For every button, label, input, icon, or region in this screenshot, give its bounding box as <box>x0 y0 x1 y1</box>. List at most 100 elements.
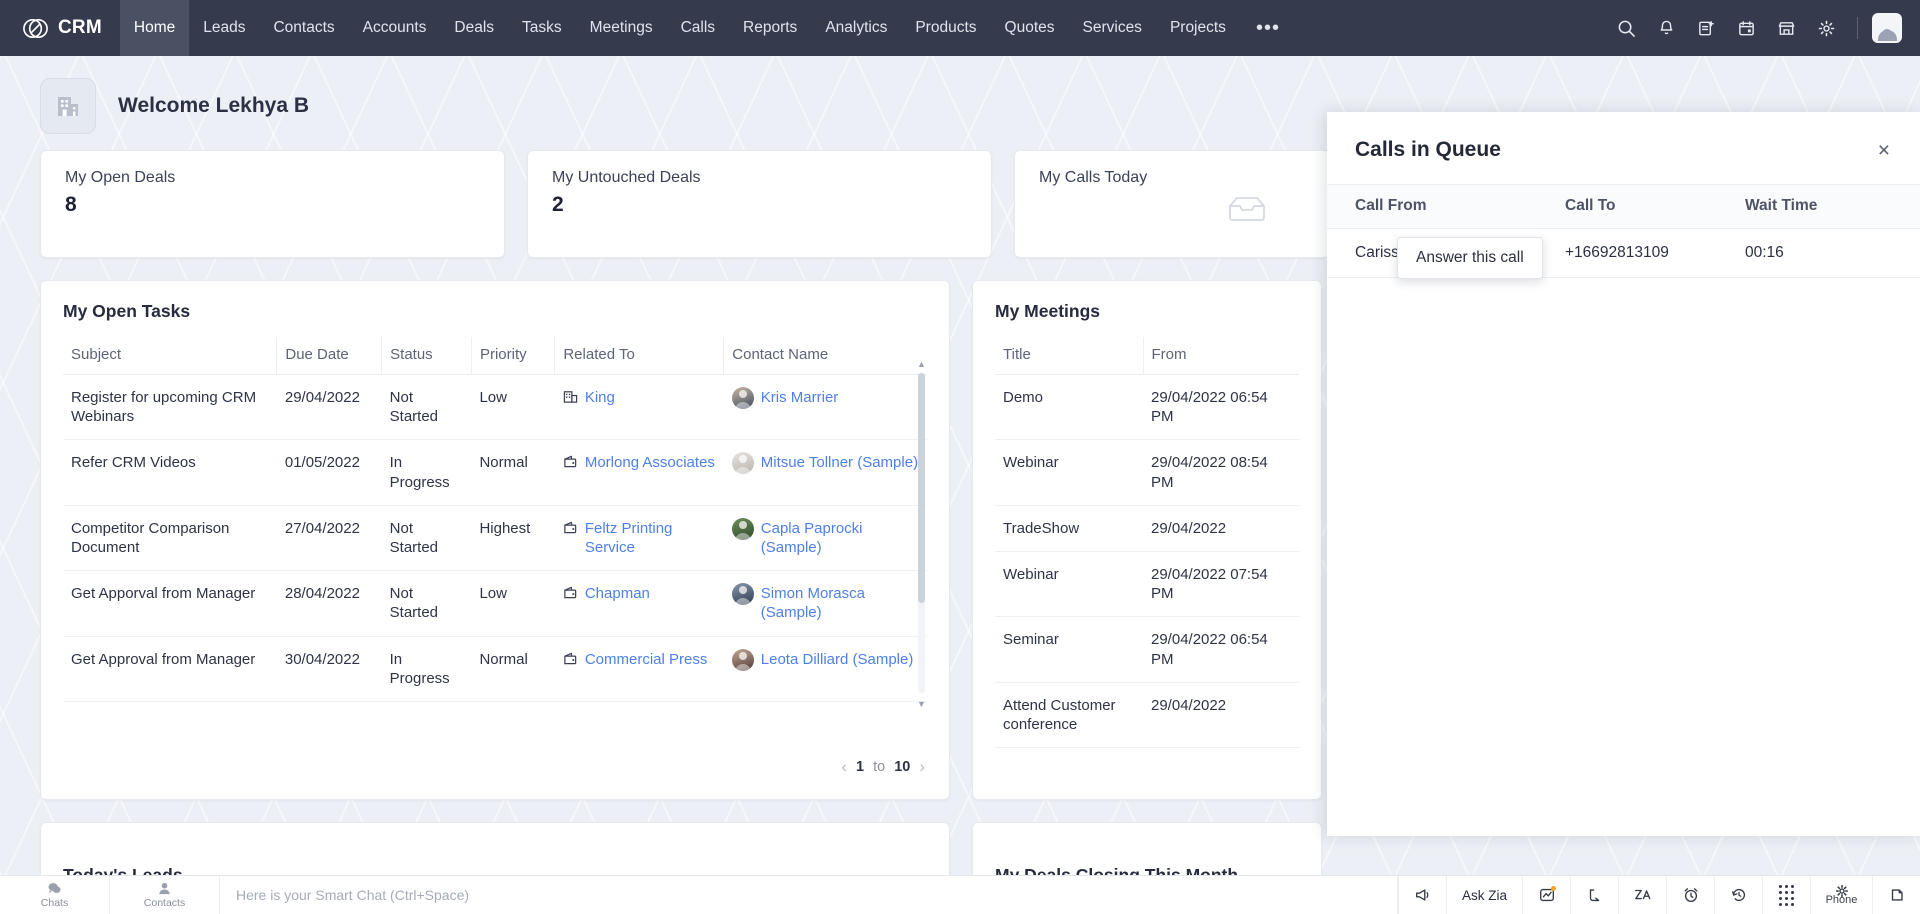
share-icon[interactable] <box>1570 876 1618 914</box>
column-header-subject[interactable]: Subject <box>63 337 278 375</box>
deal-icon <box>564 521 577 534</box>
task-subject[interactable]: Get Approval from Manager <box>63 636 277 702</box>
pagination-next-button[interactable]: › <box>919 757 925 777</box>
brand-logo-area[interactable]: CRM <box>0 0 120 56</box>
answer-this-call-menu-item[interactable]: Answer this call <box>1397 237 1543 279</box>
column-header-from[interactable]: From <box>1143 337 1299 375</box>
pagination-from: 1 <box>856 759 865 775</box>
task-related-to[interactable]: Morlong Associates <box>585 453 715 472</box>
meeting-title[interactable]: Seminar <box>995 616 1143 683</box>
task-contact-name[interactable]: Leota Dilliard (Sample) <box>761 650 914 669</box>
task-contact-name[interactable]: Kris Marrier <box>761 388 839 407</box>
column-header-status[interactable]: Status <box>381 337 472 375</box>
alarm-clock-icon[interactable] <box>1666 876 1714 914</box>
pagination-prev-button[interactable]: ‹ <box>841 757 847 777</box>
user-avatar[interactable] <box>1872 13 1902 43</box>
meeting-title[interactable]: TradeShow <box>995 505 1143 552</box>
task-contact-name[interactable]: Mitsue Tollner (Sample) <box>761 453 918 472</box>
task-due-date: 27/04/2022 <box>276 505 382 572</box>
task-priority: Low <box>471 374 555 441</box>
column-header-priority[interactable]: Priority <box>471 337 556 375</box>
settings-gear-icon[interactable] <box>1809 11 1843 45</box>
table-row[interactable]: Refer CRM Videos 01/05/2022 In Progress … <box>63 439 927 506</box>
column-header-due-date[interactable]: Due Date <box>276 337 383 375</box>
nav-item-meetings[interactable]: Meetings <box>576 0 667 56</box>
nav-icon-group <box>1609 0 1920 56</box>
bottom-item-chats[interactable]: Chats <box>0 876 110 914</box>
nav-item-projects[interactable]: Projects <box>1156 0 1240 56</box>
smart-chat-input[interactable]: Here is your Smart Chat (Ctrl+Space) <box>220 876 1398 914</box>
bottom-item-contacts[interactable]: Contacts <box>110 876 220 914</box>
meeting-title[interactable]: Demo <box>995 374 1143 441</box>
recent-history-icon[interactable] <box>1714 876 1762 914</box>
table-row[interactable]: Webinar 29/04/2022 07:54 PM <box>995 551 1299 618</box>
avatar <box>731 583 754 606</box>
nav-item-analytics[interactable]: Analytics <box>811 0 901 56</box>
kpi-card-open-deals[interactable]: My Open Deals 8 <box>40 150 505 258</box>
tasks-scrollbar-thumb[interactable] <box>918 373 925 603</box>
column-header-title[interactable]: Title <box>995 337 1144 375</box>
notes-icon[interactable] <box>1872 876 1920 914</box>
phone-settings-button[interactable]: Phone <box>1810 876 1872 914</box>
calendar-icon[interactable] <box>1729 11 1763 45</box>
task-related-to[interactable]: Chapman <box>585 584 650 603</box>
close-icon[interactable]: × <box>1878 140 1890 161</box>
meeting-title[interactable]: Attend Customer conference <box>995 682 1143 749</box>
zia-insights-icon[interactable] <box>1522 876 1570 914</box>
task-related-to[interactable]: Feltz Printing Service <box>585 519 716 557</box>
nav-item-tasks[interactable]: Tasks <box>508 0 576 56</box>
ask-zia-button[interactable]: Ask Zia <box>1446 876 1522 914</box>
queue-header: Calls in Queue × <box>1327 112 1920 184</box>
task-priority: Normal <box>471 636 555 702</box>
nav-item-deals[interactable]: Deals <box>440 0 508 56</box>
nav-item-calls[interactable]: Calls <box>667 0 729 56</box>
task-subject[interactable]: Register for upcoming CRM Webinars <box>63 374 277 441</box>
avatar-body <box>1877 30 1897 41</box>
kpi-card-untouched-deals[interactable]: My Untouched Deals 2 <box>527 150 992 258</box>
table-row[interactable]: Get Apporval from Manager 28/04/2022 Not… <box>63 570 927 637</box>
search-icon[interactable] <box>1609 11 1643 45</box>
add-note-icon[interactable] <box>1689 11 1723 45</box>
nav-item-services[interactable]: Services <box>1069 0 1156 56</box>
scroll-up-arrow[interactable]: ▲ <box>917 359 927 369</box>
nav-item-leads[interactable]: Leads <box>189 0 259 56</box>
column-header-related-to[interactable]: Related To <box>554 337 725 375</box>
announcement-megaphone-icon[interactable] <box>1398 876 1446 914</box>
nav-item-contacts[interactable]: Contacts <box>259 0 348 56</box>
meeting-title[interactable]: Webinar <box>995 439 1143 506</box>
meeting-title[interactable]: Webinar <box>995 551 1143 618</box>
table-row[interactable]: Webinar 29/04/2022 08:54 PM <box>995 439 1299 506</box>
task-contact-name[interactable]: Capla Paprocki (Sample) <box>761 519 919 557</box>
deals-closing-this-month-card: My Deals Closing This Month <box>972 822 1322 875</box>
account-icon <box>563 391 578 403</box>
table-row[interactable]: Get Approval from Manager 30/04/2022 In … <box>63 636 927 702</box>
table-row[interactable]: Attend Customer conference 29/04/2022 <box>995 682 1299 749</box>
task-subject[interactable]: Refer CRM Videos <box>63 439 277 506</box>
phone-button-label: Phone <box>1825 894 1858 906</box>
nav-item-products[interactable]: Products <box>901 0 990 56</box>
nav-item-reports[interactable]: Reports <box>729 0 811 56</box>
nav-item-home[interactable]: Home <box>119 0 190 56</box>
task-related-to[interactable]: King <box>585 388 615 407</box>
column-header-contact-name[interactable]: Contact Name <box>723 337 927 375</box>
notifications-bell-icon[interactable] <box>1649 11 1683 45</box>
nav-item-quotes[interactable]: Quotes <box>991 0 1069 56</box>
table-row[interactable]: Seminar 29/04/2022 06:54 PM <box>995 616 1299 683</box>
nav-item-accounts[interactable]: Accounts <box>349 0 441 56</box>
task-contact-name[interactable]: Simon Morasca (Sample) <box>761 584 919 622</box>
task-related-to[interactable]: Commercial Press <box>585 650 708 669</box>
nav-more-button[interactable]: ••• <box>1240 0 1296 56</box>
table-row[interactable]: Demo 29/04/2022 06:54 PM <box>995 374 1299 441</box>
tasks-table-header-row: Subject Due Date Status Priority Related… <box>63 337 927 375</box>
scroll-down-arrow[interactable]: ▼ <box>917 699 927 709</box>
task-subject[interactable]: Get Apporval from Manager <box>63 570 277 637</box>
marketplace-icon[interactable] <box>1769 11 1803 45</box>
table-row[interactable]: TradeShow 29/04/2022 <box>995 505 1299 552</box>
card-title: My Deals Closing This Month <box>995 865 1239 875</box>
table-row[interactable]: Competitor Comparison Document 27/04/202… <box>63 505 927 572</box>
bottom-item-label: Contacts <box>143 897 186 909</box>
zia-translate-icon[interactable] <box>1618 876 1666 914</box>
task-subject[interactable]: Competitor Comparison Document <box>63 505 277 572</box>
table-row[interactable]: Register for upcoming CRM Webinars 29/04… <box>63 374 927 441</box>
dialpad-icon[interactable] <box>1762 876 1810 914</box>
